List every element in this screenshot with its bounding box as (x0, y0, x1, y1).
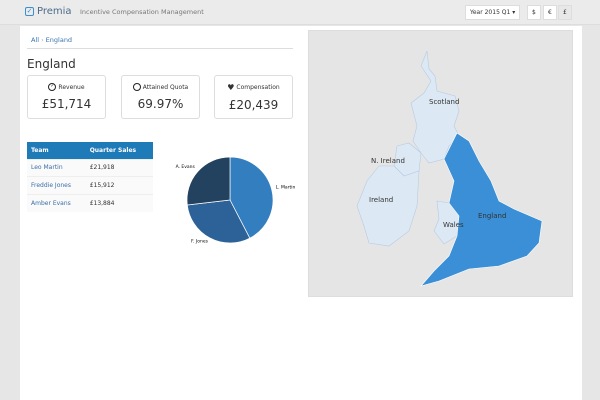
map-label-n-ireland: N. Ireland (371, 157, 405, 165)
divider (27, 48, 293, 49)
kpi-value: £20,439 (228, 98, 279, 112)
heart-icon: ♥ (227, 83, 235, 92)
map-region-ireland[interactable] (356, 165, 420, 247)
pie-label: L. Martin (276, 185, 296, 191)
sales-value: £13,884 (85, 193, 153, 212)
breadcrumb-england[interactable]: England (46, 36, 72, 44)
team-sales-table: Team Quarter Sales Leo Martin £21,918 Fred… (27, 142, 153, 212)
team-member-link[interactable]: Freddie Jones (27, 176, 86, 194)
team-member-link[interactable]: Leo Martin (27, 158, 86, 177)
team-member-link[interactable]: Amber Evans (27, 193, 86, 212)
map-label-ireland: Ireland (369, 196, 394, 204)
pie-label: F. Jones (191, 238, 208, 244)
brand-name: Premia (37, 6, 72, 17)
kpi-revenue: ✓ Revenue £51,714 (27, 75, 106, 119)
map-label-wales: Wales (443, 221, 464, 229)
table-row: Leo Martin £21,918 (27, 158, 153, 177)
sales-value: £21,918 (85, 158, 153, 177)
kpi-attained-quota: Attained Quota 69.97% (121, 75, 200, 119)
sales-value: £15,912 (85, 176, 153, 194)
map-label-scotland: Scotland (429, 98, 460, 106)
kpi-value: 69.97% (137, 97, 184, 111)
top-bar: ✓ Premia Incentive Compensation Managemen… (0, 0, 600, 25)
sales-pie-chart: L. Martin F. Jones A. Evans (176, 156, 296, 244)
map-label-england: England (478, 212, 507, 220)
table-row: Amber Evans £13,884 (27, 193, 153, 212)
kpi-label: Compensation (236, 84, 280, 91)
app-title: Incentive Compensation Management (80, 8, 204, 16)
currency-eur-button[interactable]: € (543, 5, 557, 20)
brand-logo[interactable]: ✓ Premia (25, 6, 72, 17)
pie-label: A. Evans (176, 164, 196, 170)
region-map: Scotland N. Ireland Ireland Wales Englan… (308, 30, 573, 297)
column-header-team[interactable]: Team (27, 142, 86, 159)
page-title: England (27, 57, 76, 71)
currency-gbp-button[interactable]: £ (558, 5, 572, 20)
period-value: Year 2015 Q1 (470, 9, 511, 16)
breadcrumb-all[interactable]: All (31, 36, 39, 44)
kpi-value: £51,714 (41, 97, 92, 111)
column-header-quarter-sales[interactable]: Quarter Sales (85, 142, 153, 159)
kpi-label: Attained Quota (142, 83, 189, 91)
check-circle-icon: ✓ (48, 83, 57, 91)
currency-usd-button[interactable]: $ (527, 5, 541, 20)
breadcrumb: All › England (31, 36, 73, 44)
table-row: Freddie Jones £15,912 (27, 176, 153, 194)
gauge-icon (132, 83, 141, 91)
kpi-compensation: ♥ Compensation £20,439 (214, 75, 293, 119)
period-dropdown[interactable]: Year 2015 Q1 ▾ (465, 5, 521, 20)
premia-logo-icon: ✓ (25, 7, 34, 16)
kpi-label: Revenue (58, 83, 85, 91)
